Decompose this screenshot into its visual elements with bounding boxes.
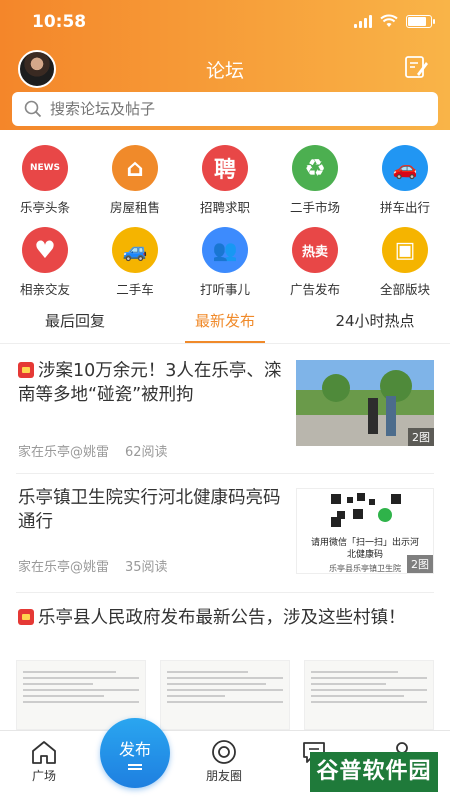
document-thumbnail xyxy=(160,660,290,730)
battery-icon xyxy=(406,14,435,28)
feed-tabs: 最后回复 最新发布 24小时热点 xyxy=(0,300,450,344)
post-reads: 35阅读 xyxy=(125,560,168,575)
nav-friends[interactable]: 朋友圈 xyxy=(194,739,254,784)
camera-icon xyxy=(212,740,236,764)
category-grid: NEWS 乐亭头条 ⌂ 房屋租售 聘 招聘求职 ♻ 二手市场 🚗 拼车出行 ♥ … xyxy=(0,145,450,299)
category-dating[interactable]: ♥ 相亲交友 xyxy=(0,227,90,299)
post-title: 乐亭县人民政府发布最新公告，涉及这些村镇！ xyxy=(38,608,406,628)
search-input[interactable] xyxy=(50,100,410,118)
category-label: 打听事儿 xyxy=(199,282,250,297)
home-icon xyxy=(32,741,56,764)
category-ads[interactable]: 热卖 广告发布 xyxy=(270,227,360,299)
publish-button[interactable]: 发布 xyxy=(100,718,170,788)
list-item[interactable]: 涉案10万余元！3人在乐亭、滦南等多地“碰瓷”被刑拘 家在乐亭@姚雷 62阅读 … xyxy=(0,355,450,470)
recruit-icon: 聘 xyxy=(202,145,248,191)
category-label: 乐亭头条 xyxy=(19,200,70,215)
status-time: 10:58 xyxy=(32,12,87,32)
category-used-car[interactable]: 🚙 二手车 xyxy=(90,227,180,299)
category-secondhand[interactable]: ♻ 二手市场 xyxy=(270,145,360,217)
people-icon: 👥 xyxy=(202,227,248,273)
header-bar: 10:58 论坛 xyxy=(0,0,450,130)
category-label: 广告发布 xyxy=(289,282,340,297)
post-title: 涉案10万余元！3人在乐亭、滦南等多地“碰瓷”被刑拘 xyxy=(18,361,282,405)
signal-icon xyxy=(354,14,372,28)
image-count: 2图 xyxy=(407,555,433,573)
post-author: 家在乐亭@姚雷 xyxy=(18,560,110,575)
post-author: 家在乐亭@姚雷 xyxy=(18,445,110,460)
nav-label: 广场 xyxy=(31,769,56,783)
post-thumbnail: 请用微信「扫一扫」出示河北健康码 乐亭县乐亭镇卫生院 2图 xyxy=(296,488,434,574)
tab-last-reply[interactable]: 最后回复 xyxy=(0,300,150,343)
hot-badge-icon xyxy=(18,362,34,378)
category-housing[interactable]: ⌂ 房屋租售 xyxy=(90,145,180,217)
image-count: 2图 xyxy=(408,428,434,446)
document-thumbnail xyxy=(304,660,434,730)
post-images xyxy=(16,660,434,730)
house-icon: ⌂ xyxy=(112,145,158,191)
category-label: 招聘求职 xyxy=(199,200,250,215)
search-icon xyxy=(24,100,42,118)
category-all[interactable]: ▣ 全部版块 xyxy=(360,227,450,299)
category-label: 全部版块 xyxy=(379,282,430,297)
status-bar: 10:58 xyxy=(0,10,450,34)
wifi-icon xyxy=(380,14,398,27)
search-bar[interactable] xyxy=(12,92,438,126)
tab-latest[interactable]: 最新发布 xyxy=(150,300,300,343)
category-label: 房屋租售 xyxy=(109,200,160,215)
list-item[interactable]: 乐亭镇卫生院实行河北健康码亮码通行 家在乐亭@姚雷 35阅读 请用微信「扫一扫」… xyxy=(0,484,450,584)
category-recruit[interactable]: 聘 招聘求职 xyxy=(180,145,270,217)
publish-label: 发布 xyxy=(118,740,151,759)
nav-label: 朋友圈 xyxy=(205,769,242,783)
category-carpool[interactable]: 🚗 拼车出行 xyxy=(360,145,450,217)
edit-icon[interactable] xyxy=(404,54,428,80)
hot-badge-icon xyxy=(18,609,34,625)
post-title: 乐亭镇卫生院实行河北健康码亮码通行 xyxy=(18,488,281,532)
category-label: 二手市场 xyxy=(289,200,340,215)
car-icon: 🚗 xyxy=(382,145,428,191)
post-thumbnail: 2图 xyxy=(296,360,434,446)
category-label: 拼车出行 xyxy=(379,200,430,215)
tab-hot-24h[interactable]: 24小时热点 xyxy=(300,300,450,343)
qr-code-icon xyxy=(327,491,405,529)
category-inquiry[interactable]: 👥 打听事儿 xyxy=(180,227,270,299)
category-toutiao[interactable]: NEWS 乐亭头条 xyxy=(0,145,90,217)
category-label: 相亲交友 xyxy=(19,282,70,297)
heart-icon: ♥ xyxy=(22,227,68,273)
recycle-icon: ♻ xyxy=(292,145,338,191)
all-icon: ▣ xyxy=(382,227,428,273)
post-reads: 62阅读 xyxy=(125,445,168,460)
ad-icon: 热卖 xyxy=(292,227,338,273)
news-icon: NEWS xyxy=(22,145,68,191)
nav-square[interactable]: 广场 xyxy=(14,739,74,784)
page-title: 论坛 xyxy=(205,60,244,82)
category-label: 二手车 xyxy=(116,282,154,297)
watermark-logo: 谷普软件园 xyxy=(310,752,438,792)
used-car-icon: 🚙 xyxy=(112,227,158,273)
